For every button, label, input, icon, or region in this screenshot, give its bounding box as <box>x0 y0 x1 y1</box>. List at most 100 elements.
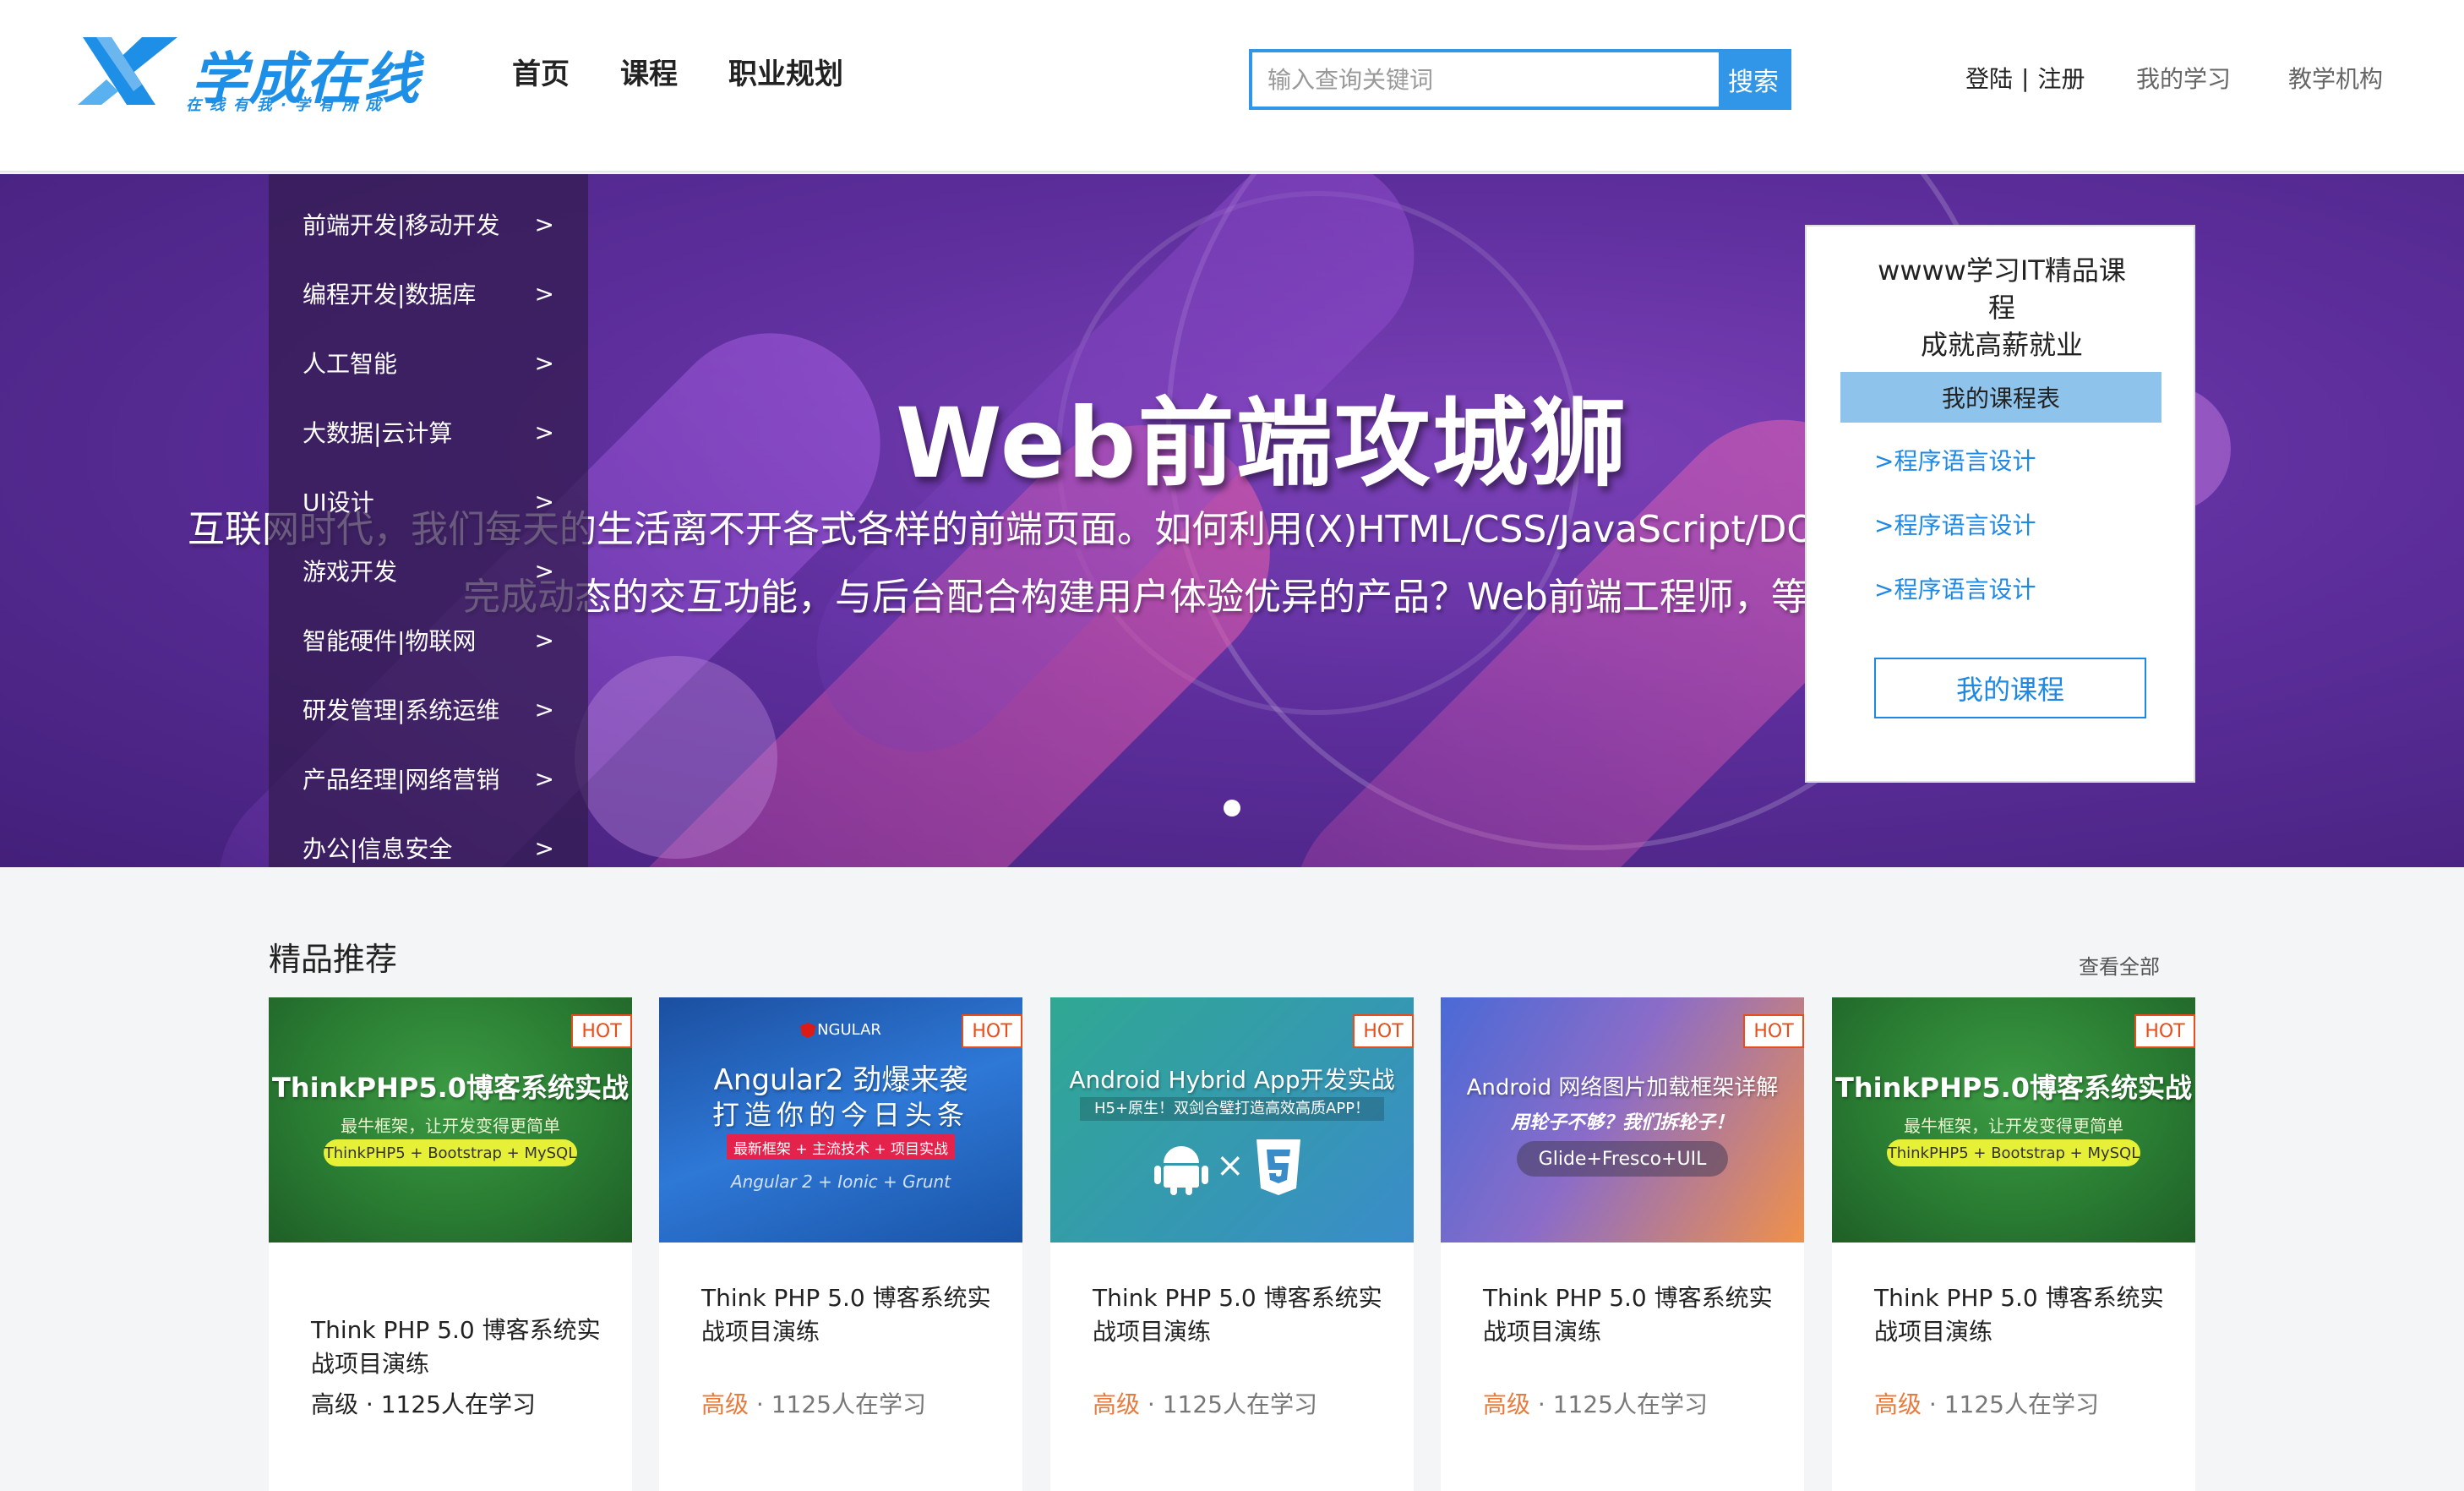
course-card[interactable]: ThinkPHP5.0博客系统实战 最牛框架，让开发变得更简单 ThinkPHP… <box>269 997 632 1491</box>
meta-separator: · <box>1530 1390 1553 1418</box>
institution-link[interactable]: 教学机构 <box>2288 61 2383 95</box>
category-label: 智能硬件|物联网 <box>303 627 477 655</box>
category-label: 前端开发|移动开发 <box>303 211 500 239</box>
thumbnail-subtitle: 最牛框架，让开发变得更简单 <box>341 1116 560 1136</box>
view-all-link[interactable]: 查看全部 <box>2079 950 2160 980</box>
course-card[interactable]: Android Hybrid App开发实战 H5+原生！双剑合璧打造高效高质A… <box>1050 997 1414 1491</box>
course-name: Think PHP 5.0 博客系统实战项目演练 <box>1874 1284 2164 1346</box>
banner-title: Web前端攻城狮 <box>896 387 1628 500</box>
hot-badge: HOT <box>1743 1014 1804 1048</box>
search-box: 搜索 <box>1249 49 1791 110</box>
course-name: Think PHP 5.0 博客系统实战项目演练 <box>701 1284 991 1346</box>
nav-courses[interactable]: 课程 <box>620 51 678 92</box>
category-item[interactable]: UI设计 > <box>269 467 588 536</box>
course-name: Think PHP 5.0 博客系统实战项目演练 <box>1483 1284 1773 1346</box>
carousel-dot[interactable] <box>1224 800 1240 816</box>
category-item[interactable]: 办公|信息安全 > <box>269 813 588 882</box>
category-item[interactable]: 大数据|云计算 > <box>269 397 588 467</box>
search-button[interactable]: 搜索 <box>1719 52 1788 106</box>
course-name: Think PHP 5.0 博客系统实战项目演练 <box>311 1316 601 1378</box>
times-icon: × <box>1216 1146 1245 1185</box>
chevron-right-icon: > <box>534 418 554 446</box>
meta-separator: · <box>1922 1390 1944 1418</box>
category-label: 编程开发|数据库 <box>303 281 477 309</box>
my-courses-button[interactable]: 我的课程 <box>1874 658 2146 718</box>
logo-slogan: 在线有我·学有所成 <box>186 96 390 114</box>
search-input[interactable] <box>1252 52 1719 106</box>
course-link[interactable]: >程序语言设计 <box>1874 507 2036 541</box>
course-students: 1125人在学习 <box>1162 1390 1317 1418</box>
category-item[interactable]: 人工智能 > <box>269 328 588 397</box>
category-item[interactable]: 智能硬件|物联网 > <box>269 605 588 674</box>
category-item[interactable]: 编程开发|数据库 > <box>269 259 588 328</box>
thumbnail-subtitle: H5+原生！双剑合璧打造高效高质APP！ <box>1080 1097 1384 1121</box>
site-logo[interactable]: 学成在线 在线有我·学有所成 <box>78 30 419 115</box>
meta-separator: · <box>1140 1390 1163 1418</box>
nav-career[interactable]: 职业规划 <box>728 51 843 92</box>
course-thumbnail: ThinkPHP5.0博客系统实战 最牛框架，让开发变得更简单 ThinkPHP… <box>1832 997 2195 1242</box>
card-title-line: 成就高薪就业 <box>1920 329 2083 361</box>
course-link[interactable]: >程序语言设计 <box>1874 571 2036 605</box>
thumbnail-tag: Glide+Fresco+UIL <box>1517 1141 1728 1177</box>
thumbnail-tag: ThinkPHP5 + Bootstrap + MySQL <box>1887 1139 2140 1166</box>
category-menu: 前端开发|移动开发 > 编程开发|数据库 > 人工智能 > 大数据|云计算 > UI设计… <box>269 174 588 867</box>
chevron-right-icon: > <box>534 625 554 654</box>
hot-badge: HOT <box>571 1014 632 1048</box>
banner-decoration-circle <box>575 656 777 859</box>
card-title: wwww学习IT精品课 程 成就高薪就业 <box>1823 252 2180 363</box>
login-link[interactable]: 登陆 <box>1965 61 2013 95</box>
section-title: 精品推荐 <box>269 941 398 978</box>
course-students: 1125人在学习 <box>380 1390 536 1418</box>
banner-description: 完成动态的交互功能，与后台配合构建用户体验优异的产品？Web前端工程师，等 <box>463 576 1808 619</box>
thumbnail-subtitle: 用轮子不够？我们拆轮子！ <box>1510 1112 1734 1133</box>
android-icon <box>1154 1146 1208 1195</box>
thumbnail-subtitle: Angular 2 + Ionic + Grunt <box>730 1172 951 1192</box>
course-level: 高级 <box>701 1390 750 1418</box>
meta-separator: · <box>358 1390 381 1418</box>
thumbnail-title: ThinkPHP5.0博客系统实战 <box>271 1072 630 1104</box>
course-thumbnail: ThinkPHP5.0博客系统实战 最牛框架，让开发变得更简单 ThinkPHP… <box>269 997 632 1242</box>
category-item[interactable]: 游戏开发 > <box>269 536 588 605</box>
course-meta: 高级 · 1125人在学习 <box>1093 1386 1317 1420</box>
course-students: 1125人在学习 <box>771 1390 926 1418</box>
chevron-right-icon: > <box>534 764 554 793</box>
course-list: ThinkPHP5.0博客系统实战 最牛框架，让开发变得更简单 ThinkPHP… <box>269 997 2195 1491</box>
course-level: 高级 <box>1093 1390 1141 1418</box>
course-link[interactable]: >程序语言设计 <box>1874 443 2036 477</box>
thumbnail-title: Android Hybrid App开发实战 <box>1069 1066 1395 1094</box>
category-label: 游戏开发 <box>303 558 398 586</box>
category-label: 办公|信息安全 <box>303 835 453 863</box>
my-schedule-tab[interactable]: 我的课程表 <box>1840 372 2161 423</box>
category-item[interactable]: 研发管理|系统运维 > <box>269 674 588 744</box>
chevron-right-icon: > <box>534 556 554 585</box>
site-header: 学成在线 在线有我·学有所成 首页 课程 职业规划 搜索 登陆 | 注册 我的学… <box>0 0 2464 172</box>
my-course-card: wwww学习IT精品课 程 成就高薪就业 我的课程表 >程序语言设计 >程序语言… <box>1805 225 2195 783</box>
course-thumbnail: NGULAR Angular2 劲爆来袭 打造你的今日头条 最新框架 + 主流技… <box>659 997 1022 1242</box>
course-meta: 高级 · 1125人在学习 <box>1874 1386 2099 1420</box>
my-learning-link[interactable]: 我的学习 <box>2136 61 2231 95</box>
course-card[interactable]: ThinkPHP5.0博客系统实战 最牛框架，让开发变得更简单 ThinkPHP… <box>1832 997 2195 1491</box>
course-card[interactable]: Android 网络图片加载框架详解 用轮子不够？我们拆轮子！ Glide+Fr… <box>1441 997 1804 1491</box>
course-name: Think PHP 5.0 博客系统实战项目演练 <box>1093 1284 1382 1346</box>
chevron-right-icon: > <box>534 487 554 516</box>
course-card[interactable]: NGULAR Angular2 劲爆来袭 打造你的今日头条 最新框架 + 主流技… <box>659 997 1022 1491</box>
chevron-right-icon: > <box>534 695 554 724</box>
auth-separator: | <box>2021 63 2030 92</box>
course-meta: 高级 · 1125人在学习 <box>311 1386 536 1420</box>
logo-x-icon <box>78 37 177 105</box>
register-link[interactable]: 注册 <box>2037 61 2085 95</box>
course-level: 高级 <box>1483 1390 1531 1418</box>
course-students: 1125人在学习 <box>1943 1390 2099 1418</box>
course-meta: 高级 · 1125人在学习 <box>701 1386 926 1420</box>
course-students: 1125人在学习 <box>1552 1390 1708 1418</box>
hot-badge: HOT <box>2134 1014 2195 1048</box>
chevron-right-icon: > <box>534 279 554 308</box>
category-item[interactable]: 前端开发|移动开发 > <box>269 189 588 259</box>
category-label: 研发管理|系统运维 <box>303 696 500 724</box>
course-level: 高级 <box>311 1390 359 1418</box>
category-item[interactable]: 产品经理|网络营销 > <box>269 744 588 813</box>
thumbnail-subtitle: 最牛框架，让开发变得更简单 <box>1904 1116 2123 1136</box>
nav-home[interactable]: 首页 <box>512 51 570 92</box>
course-meta: 高级 · 1125人在学习 <box>1483 1386 1708 1420</box>
category-label: 产品经理|网络营销 <box>303 766 500 794</box>
